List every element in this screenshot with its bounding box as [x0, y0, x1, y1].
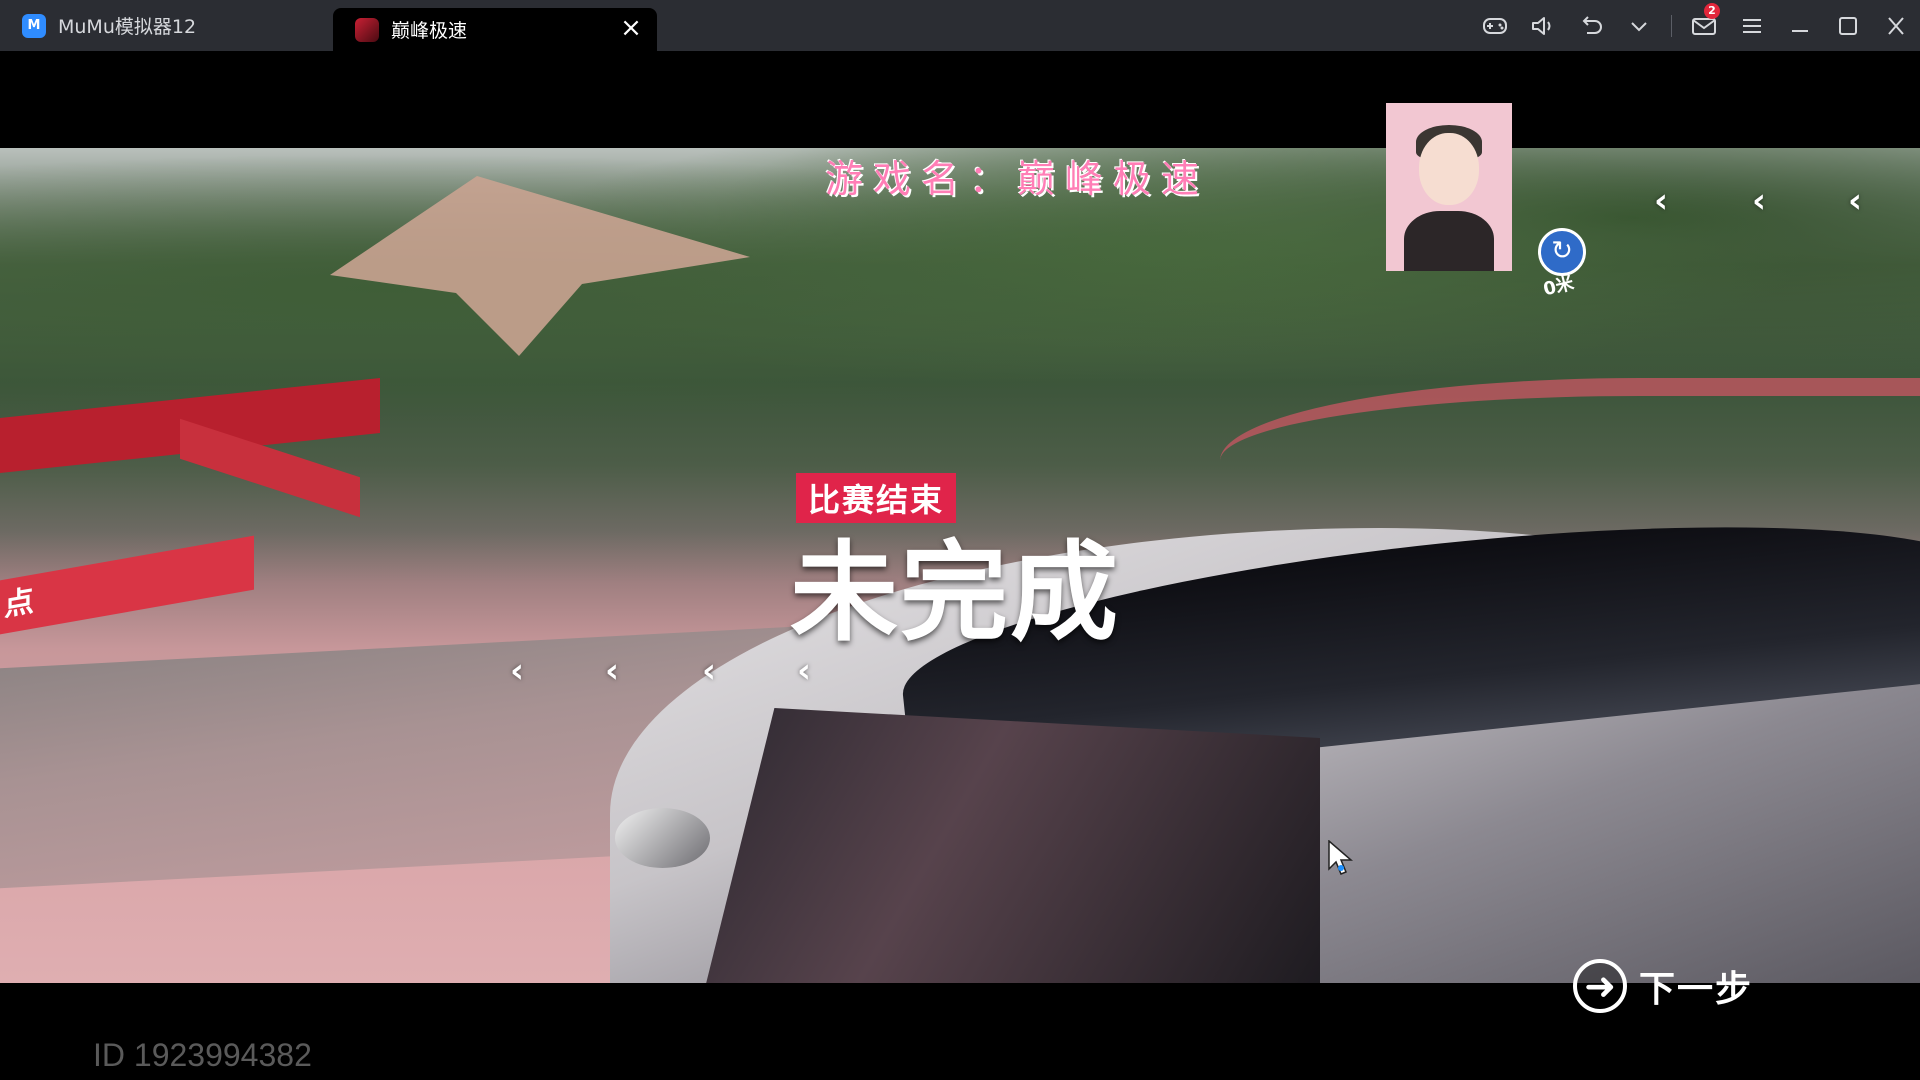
tab-game[interactable]: 巅峰极速 ×: [333, 8, 657, 51]
mail-icon[interactable]: 2: [1680, 0, 1728, 51]
tab-close-icon[interactable]: ×: [619, 15, 643, 41]
direction-chevron-icon: ‹: [702, 651, 717, 691]
direction-chevron-icon: ‹: [1654, 181, 1669, 221]
race-result: 未完成: [790, 531, 1121, 656]
avatar-torso: [1404, 211, 1494, 271]
avatar-head: [1419, 133, 1479, 205]
banner-text: 点: [4, 583, 34, 624]
gamepad-icon[interactable]: [1471, 0, 1519, 51]
window-titlebar: M MuMu模拟器12 巅峰极速 × 2: [0, 0, 1920, 51]
toolbar-divider: [1671, 14, 1672, 37]
window-toolbar: 2: [1471, 0, 1920, 51]
player-id: ID 19239943​82: [93, 1037, 312, 1073]
mail-badge: 2: [1704, 3, 1720, 19]
tab-mumu-label: MuMu模拟器12: [58, 16, 197, 38]
undo-icon[interactable]: [1567, 0, 1615, 51]
mumu-logo-icon: M: [22, 13, 46, 38]
game-title-overlay: 游戏名：巅峰极速: [825, 157, 1210, 201]
direction-chevron-icon: ‹: [510, 651, 525, 691]
minimize-icon[interactable]: [1776, 0, 1824, 51]
direction-chevron-icon: ‹: [605, 651, 620, 691]
direction-chevron-icon: ‹: [797, 651, 812, 691]
close-icon[interactable]: [1872, 0, 1920, 51]
arrow-right-icon: ➜: [1573, 959, 1627, 1013]
maximize-icon[interactable]: [1824, 0, 1872, 51]
car-mirror: [615, 808, 710, 868]
direction-chevron-icon: ‹: [1848, 181, 1863, 221]
turn-right-icon: ↻: [1538, 228, 1586, 276]
tab-game-label: 巅峰极速: [391, 20, 468, 42]
game-app-icon: [355, 17, 379, 42]
car-window: [700, 708, 1320, 983]
trackside-banner: 点: [0, 535, 254, 635]
menu-icon[interactable]: [1728, 0, 1776, 51]
emulator-viewport[interactable]: 点 游戏名：巅峰极速 ‹ ‹ ‹ ↻ 0米 比赛结束 未完成 ‹ ‹ ‹ ‹ ➜…: [0, 51, 1920, 1080]
tab-mumu[interactable]: M MuMu模拟器12: [0, 0, 330, 51]
next-step-label: 下一步: [1639, 969, 1754, 1010]
direction-chevron-icon: ‹: [1752, 181, 1767, 221]
next-step-button[interactable]: ➜ 下一步: [1573, 956, 1753, 1016]
volume-icon[interactable]: [1519, 0, 1567, 51]
streamer-avatar: [1386, 103, 1512, 271]
chevron-down-icon[interactable]: [1615, 0, 1663, 51]
